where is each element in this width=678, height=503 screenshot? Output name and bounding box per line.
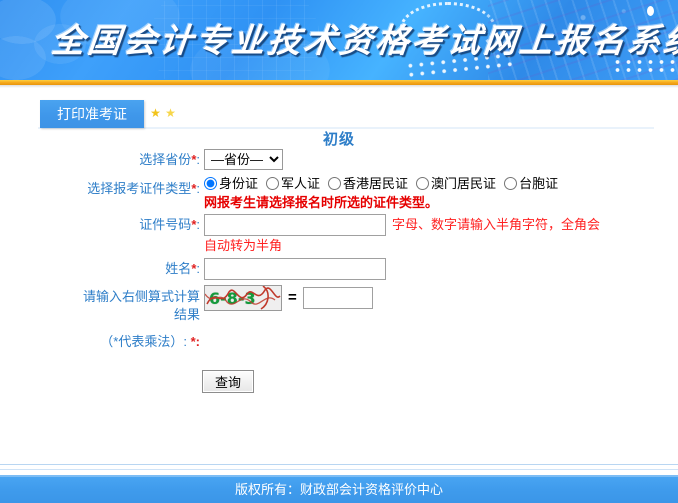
- radio-label-hongkong: 香港居民证: [343, 176, 409, 191]
- form-row-captcha: 请输入右侧算式计算 结果 6-8-3 =: [0, 285, 678, 324]
- star-icon: ★: [150, 106, 161, 120]
- radio-label-macau: 澳门居民证: [431, 176, 497, 191]
- name-label-text: 姓名: [165, 261, 192, 276]
- form-row-name: 姓名*:: [0, 257, 678, 281]
- footer-copyright: 版权所有：财政部会计资格评价中心: [0, 475, 678, 503]
- captcha-field: 6-8-3 =: [204, 285, 678, 311]
- id-number-input[interactable]: [204, 213, 386, 236]
- radio-label-id-card: 身份证: [219, 176, 259, 191]
- id-type-label-colon: :: [196, 181, 200, 196]
- form-row-id-number: 证件号码*: 字母、数字请输入半角字符，全角会 自动转为半角: [0, 213, 678, 255]
- captcha-group: 6-8-3 =: [204, 285, 373, 311]
- province-label: 选择省份*:: [0, 148, 204, 172]
- radio-input-id-card[interactable]: [204, 177, 217, 190]
- main-content: 打印准考证 ★ ★ 初级 选择省份*: —省份— 选择报考证件类型*: 身份证 军…: [0, 88, 678, 458]
- note-colon: :: [195, 334, 200, 349]
- multiplication-note-label: （*代表乘法）: *:: [0, 330, 204, 354]
- multiplication-note-text: （*代表乘法）:: [100, 334, 187, 349]
- name-field: [204, 257, 678, 281]
- query-button[interactable]: 查询: [202, 370, 254, 393]
- province-select[interactable]: —省份—: [204, 149, 283, 170]
- province-field: —省份—: [204, 148, 678, 172]
- captcha-input[interactable]: [302, 287, 373, 309]
- radio-option-macau[interactable]: 澳门居民证: [416, 176, 496, 191]
- radio-option-id-card[interactable]: 身份证: [204, 176, 258, 191]
- captcha-label: 请输入右侧算式计算 结果: [0, 285, 204, 324]
- page-title: 初级: [322, 131, 355, 148]
- radio-label-military: 军人证: [281, 176, 321, 191]
- radio-option-taiwan[interactable]: 台胞证: [504, 176, 558, 191]
- form-row-id-type: 选择报考证件类型*: 身份证 军人证 香港居民证 澳门居民证 台胞证 网报考生请选择报名…: [0, 174, 678, 211]
- id-number-label-colon: :: [196, 217, 200, 232]
- radio-input-macau[interactable]: [416, 177, 430, 190]
- id-type-label: 选择报考证件类型*:: [0, 174, 204, 198]
- id-type-warning-text: 网报考生请选择报名时所选的证件类型。: [204, 195, 439, 210]
- radio-label-taiwan: 台胞证: [519, 176, 559, 191]
- banner-title: 全国会计专业技术资格考试网上报名系统: [49, 24, 678, 60]
- radio-input-hongkong[interactable]: [328, 177, 342, 190]
- form-row-province: 选择省份*: —省份—: [0, 148, 678, 172]
- star-icon: ★: [165, 106, 176, 120]
- radio-input-military[interactable]: [266, 177, 280, 190]
- radio-option-military[interactable]: 军人证: [266, 176, 320, 191]
- captcha-label-line2: 结果: [173, 307, 200, 322]
- registration-query-form: 选择省份*: —省份— 选择报考证件类型*: 身份证 军人证 香港居民证 澳门居民证 台…: [0, 148, 678, 393]
- tab-print-admission-ticket[interactable]: 打印准考证: [40, 100, 144, 128]
- site-banner: 全国会计专业技术资格考试网上报名系统: [0, 0, 678, 80]
- name-input[interactable]: [204, 257, 386, 280]
- radio-option-hongkong[interactable]: 香港居民证: [328, 176, 408, 191]
- captcha-label-line1: 请输入右侧算式计算: [82, 289, 200, 304]
- id-number-label-text: 证件号码: [139, 217, 192, 232]
- id-number-hint-line1: 字母、数字请输入半角字符，全角会: [392, 217, 601, 232]
- banner-dot-accent: [647, 6, 654, 16]
- id-number-hint-line2: 自动转为半角: [204, 238, 283, 253]
- name-label: 姓名*:: [0, 257, 204, 281]
- id-type-label-text: 选择报考证件类型: [87, 181, 192, 196]
- province-label-colon: :: [196, 152, 200, 167]
- province-label-text: 选择省份: [139, 152, 192, 167]
- name-label-colon: :: [196, 261, 200, 276]
- captcha-image[interactable]: 6-8-3: [204, 285, 282, 311]
- form-row-note: （*代表乘法）: *:: [0, 330, 678, 354]
- id-number-label: 证件号码*:: [0, 213, 204, 237]
- id-type-field: 身份证 军人证 香港居民证 澳门居民证 台胞证 网报考生请选择报名时所选的证件类型。: [204, 174, 678, 211]
- captcha-noise-lines: [205, 286, 281, 310]
- radio-input-taiwan[interactable]: [504, 177, 518, 190]
- id-number-field: 字母、数字请输入半角字符，全角会 自动转为半角: [204, 213, 678, 255]
- tab-strip: 打印准考证 ★ ★: [0, 100, 678, 130]
- submit-row: 查询: [0, 370, 678, 393]
- captcha-equals-sign: =: [288, 289, 297, 306]
- id-type-radio-group: 身份证 军人证 香港居民证 澳门居民证 台胞证: [204, 174, 678, 194]
